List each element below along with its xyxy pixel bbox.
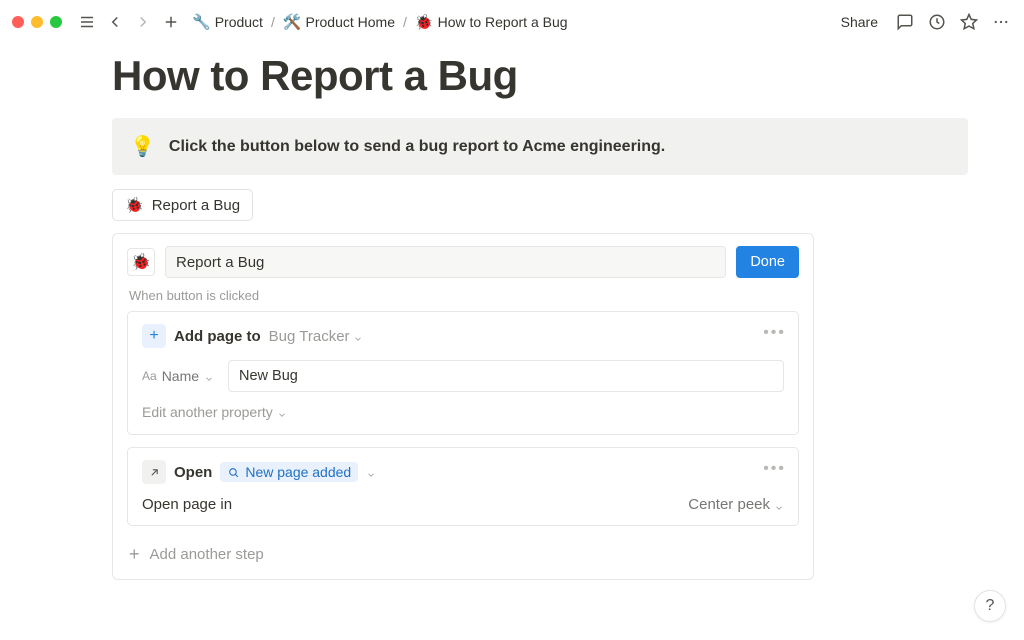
forward-button[interactable] <box>132 11 154 33</box>
step-more-icon[interactable]: ••• <box>763 460 786 478</box>
wrench-icon: 🔧 <box>192 13 211 31</box>
button-config-panel: 🐞 Done When button is clicked ••• + Add … <box>112 233 814 580</box>
step-add-page: ••• + Add page to Bug Tracker Aa Name Ed… <box>127 311 799 435</box>
share-button[interactable]: Share <box>835 12 884 32</box>
bug-icon: 🐞 <box>125 196 144 214</box>
favorite-icon[interactable] <box>958 11 980 33</box>
add-another-step[interactable]: + Add another step <box>127 538 799 575</box>
page-content: How to Report a Bug 💡 Click the button b… <box>0 44 1024 604</box>
breadcrumb-product-home[interactable]: 🛠️ Product Home <box>279 11 399 33</box>
plus-icon: + <box>129 544 140 565</box>
button-name-input[interactable] <box>165 246 726 278</box>
step-verb: Add page to <box>174 328 261 345</box>
chevron-down-icon <box>353 331 363 341</box>
chevron-down-icon[interactable] <box>366 467 376 477</box>
when-clicked-label: When button is clicked <box>129 288 799 303</box>
help-button[interactable]: ? <box>974 590 1006 622</box>
close-window-button[interactable] <box>12 16 24 28</box>
open-in-label: Open page in <box>142 496 232 513</box>
comments-icon[interactable] <box>894 11 916 33</box>
page-token[interactable]: New page added <box>220 462 358 482</box>
bug-icon: 🐞 <box>415 13 434 31</box>
property-name-label: Name <box>162 368 199 384</box>
window-controls <box>12 16 62 28</box>
tools-icon: 🛠️ <box>283 13 302 31</box>
database-name: Bug Tracker <box>269 328 350 345</box>
property-name-input[interactable] <box>228 360 784 392</box>
back-button[interactable] <box>104 11 126 33</box>
breadcrumb: 🔧 Product / 🛠️ Product Home / 🐞 How to R… <box>188 11 572 33</box>
report-bug-button[interactable]: 🐞 Report a Bug <box>112 189 253 221</box>
breadcrumb-current[interactable]: 🐞 How to Report a Bug <box>411 11 572 33</box>
new-tab-button[interactable] <box>160 11 182 33</box>
callout-text: Click the button below to send a bug rep… <box>169 138 665 156</box>
callout-block: 💡 Click the button below to send a bug r… <box>112 118 968 175</box>
breadcrumb-product[interactable]: 🔧 Product <box>188 11 267 33</box>
fullscreen-window-button[interactable] <box>50 16 62 28</box>
open-in-select[interactable]: Center peek <box>688 496 784 513</box>
topbar-actions: Share <box>835 11 1012 33</box>
token-label: New page added <box>245 464 351 480</box>
chevron-down-icon <box>774 500 784 510</box>
step-open-page: ••• Open New page added Open page in Cen… <box>127 447 799 526</box>
step-verb: Open <box>174 464 212 481</box>
page-title: How to Report a Bug <box>112 52 968 100</box>
open-in-value: Center peek <box>688 496 770 513</box>
topbar: 🔧 Product / 🛠️ Product Home / 🐞 How to R… <box>0 0 1024 44</box>
search-icon <box>227 466 240 479</box>
button-emoji-picker[interactable]: 🐞 <box>127 248 155 276</box>
edit-another-property[interactable]: Edit another property <box>142 404 287 420</box>
more-icon[interactable] <box>990 11 1012 33</box>
lightbulb-icon: 💡 <box>130 134 155 159</box>
history-icon[interactable] <box>926 11 948 33</box>
step-more-icon[interactable]: ••• <box>763 324 786 342</box>
chevron-down-icon <box>204 371 214 381</box>
database-select[interactable]: Bug Tracker <box>269 328 363 345</box>
breadcrumb-separator: / <box>271 14 275 30</box>
menu-icon[interactable] <box>76 11 98 33</box>
property-name-select[interactable]: Aa Name <box>142 368 220 384</box>
breadcrumb-label: Product <box>215 14 263 30</box>
breadcrumb-label: Product Home <box>306 14 395 30</box>
breadcrumb-separator: / <box>403 14 407 30</box>
open-arrow-icon <box>142 460 166 484</box>
plus-icon: + <box>142 324 166 348</box>
bug-icon: 🐞 <box>131 252 151 272</box>
minimize-window-button[interactable] <box>31 16 43 28</box>
text-type-icon: Aa <box>142 369 157 383</box>
add-step-label: Add another step <box>150 546 264 563</box>
breadcrumb-label: How to Report a Bug <box>438 14 568 30</box>
done-button[interactable]: Done <box>736 246 799 278</box>
panel-header: 🐞 Done <box>127 246 799 278</box>
button-label: Report a Bug <box>152 197 240 214</box>
chevron-down-icon <box>277 407 287 417</box>
